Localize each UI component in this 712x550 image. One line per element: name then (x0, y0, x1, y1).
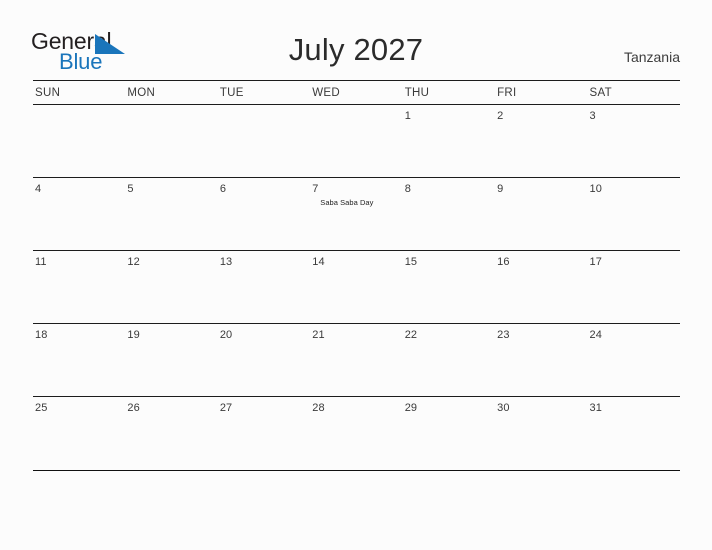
day-cell[interactable] (125, 105, 217, 177)
day-cell[interactable]: 27 (218, 397, 310, 470)
day-cell[interactable]: 5 (125, 178, 217, 250)
day-number: 5 (127, 183, 134, 195)
weekday-header-thu: THU (404, 87, 430, 99)
day-number: 16 (497, 256, 510, 268)
day-number: 26 (127, 402, 140, 414)
weekday-header-sat: SAT (589, 87, 612, 99)
day-cell[interactable]: 2 (495, 105, 587, 177)
day-number: 25 (35, 402, 48, 414)
day-number: 24 (589, 329, 602, 341)
day-cell[interactable]: 23 (495, 324, 587, 396)
day-cell[interactable]: 20 (218, 324, 310, 396)
weekday-header-row: SUN MON TUE WED THU FRI SAT (33, 80, 680, 104)
day-cell[interactable]: 8 (403, 178, 495, 250)
day-cell[interactable] (218, 105, 310, 177)
day-number: 12 (127, 256, 140, 268)
calendar-week-row: 4 5 6 7 Saba Saba Day 8 9 10 (33, 177, 680, 250)
day-cell[interactable]: 13 (218, 251, 310, 323)
day-cell[interactable]: 9 (495, 178, 587, 250)
day-cell[interactable]: 30 (495, 397, 587, 470)
day-number: 17 (589, 256, 602, 268)
day-cell[interactable]: 4 (33, 178, 125, 250)
day-number: 13 (219, 256, 233, 268)
weekday-header-mon: MON (127, 87, 156, 99)
day-cell[interactable]: 3 (588, 105, 680, 177)
weekday-header-wed: WED (312, 87, 340, 99)
day-cell[interactable]: 19 (125, 324, 217, 396)
day-number: 7 (312, 183, 319, 195)
day-cell[interactable]: 24 (588, 324, 680, 396)
day-cell[interactable]: 29 (403, 397, 495, 470)
day-number: 22 (404, 329, 418, 341)
country-label: Tanzania (623, 49, 680, 65)
weekday-header-fri: FRI (497, 87, 517, 99)
day-cell[interactable]: 14 (310, 251, 402, 323)
day-number: 10 (589, 183, 602, 195)
day-cell[interactable]: 11 (33, 251, 125, 323)
day-cell[interactable]: 21 (310, 324, 402, 396)
day-cell[interactable] (33, 105, 125, 177)
calendar-week-row: 18 19 20 21 22 23 24 (33, 323, 680, 396)
page-header: General Blue July 2027 Tanzania (0, 0, 712, 80)
calendar-week-row: 11 12 13 14 15 16 17 (33, 250, 680, 323)
day-number: 31 (589, 402, 602, 414)
day-number: 9 (497, 183, 504, 195)
day-number: 11 (35, 256, 47, 268)
day-number: 14 (312, 256, 325, 268)
day-cell[interactable]: 28 (310, 397, 402, 470)
calendar-bottom-border (33, 470, 680, 471)
day-event: Saba Saba Day (320, 198, 374, 207)
calendar-grid: SUN MON TUE WED THU FRI SAT 1 2 3 4 5 6 … (33, 80, 680, 471)
day-number: 15 (404, 256, 418, 268)
day-number: 29 (404, 402, 418, 414)
calendar-week-row: 25 26 27 28 29 30 31 (33, 396, 680, 470)
day-number: 20 (219, 329, 233, 341)
day-number: 4 (35, 183, 42, 195)
page-title: July 2027 (288, 32, 424, 67)
weekday-header-sun: SUN (35, 87, 61, 99)
day-cell[interactable]: 31 (588, 397, 680, 470)
day-cell[interactable]: 1 (403, 105, 495, 177)
day-cell[interactable]: 18 (33, 324, 125, 396)
day-cell[interactable] (310, 105, 402, 177)
day-cell[interactable]: 25 (33, 397, 125, 470)
day-number: 6 (219, 183, 227, 195)
day-cell[interactable]: 10 (588, 178, 680, 250)
day-number: 1 (404, 110, 411, 122)
calendar-week-row: 1 2 3 (33, 104, 680, 177)
day-cell[interactable]: 22 (403, 324, 495, 396)
day-cell[interactable]: 6 (218, 178, 310, 250)
day-number: 19 (127, 329, 140, 341)
day-number: 30 (497, 402, 510, 414)
day-number: 2 (497, 110, 504, 122)
day-number: 28 (312, 402, 325, 414)
day-cell[interactable]: 12 (125, 251, 217, 323)
weekday-header-tue: TUE (219, 87, 244, 99)
day-cell[interactable]: 16 (495, 251, 587, 323)
day-cell-holiday[interactable]: 7 Saba Saba Day (310, 178, 402, 250)
day-cell[interactable]: 26 (125, 397, 217, 470)
day-number: 21 (312, 329, 325, 341)
day-number: 18 (35, 329, 48, 341)
day-cell[interactable]: 17 (588, 251, 680, 323)
day-cell[interactable]: 15 (403, 251, 495, 323)
day-number: 27 (219, 402, 233, 414)
day-number: 23 (497, 329, 510, 341)
day-number: 8 (404, 183, 411, 195)
day-number: 3 (589, 110, 596, 122)
